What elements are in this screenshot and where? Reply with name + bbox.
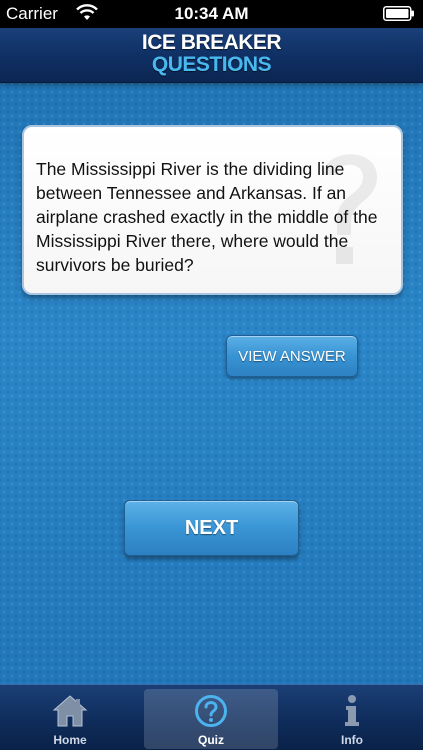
- question-card: The Mississippi River is the dividing li…: [22, 125, 403, 295]
- question-circle-icon: [195, 695, 227, 727]
- home-icon: [52, 695, 88, 727]
- question-text: The Mississippi River is the dividing li…: [36, 159, 378, 275]
- tab-home[interactable]: Home: [3, 689, 137, 749]
- app-title: ICE BREAKER QUESTIONS: [0, 32, 423, 76]
- battery-icon: [383, 6, 414, 21]
- tab-quiz[interactable]: Quiz: [144, 689, 278, 749]
- next-button[interactable]: NEXT: [124, 500, 299, 556]
- tab-info-label: Info: [341, 733, 363, 747]
- tab-quiz-label: Quiz: [198, 733, 224, 747]
- tab-bar: Home Quiz Info: [0, 684, 423, 750]
- tab-home-label: Home: [53, 733, 87, 747]
- nav-header: ICE BREAKER QUESTIONS: [0, 28, 423, 83]
- app-title-line2: QUESTIONS: [151, 53, 272, 76]
- info-icon: [345, 695, 359, 726]
- status-time: 10:34 AM: [174, 4, 249, 23]
- tab-info[interactable]: Info: [285, 689, 419, 749]
- view-answer-button[interactable]: VIEW ANSWER: [226, 335, 358, 377]
- status-bar: Carrier 10:34 AM: [0, 0, 423, 28]
- quiz-screen: Carrier 10:34 AM ICE BREAKER QUESTIONS T…: [0, 0, 423, 750]
- app-title-line1: ICE BREAKER: [141, 31, 282, 54]
